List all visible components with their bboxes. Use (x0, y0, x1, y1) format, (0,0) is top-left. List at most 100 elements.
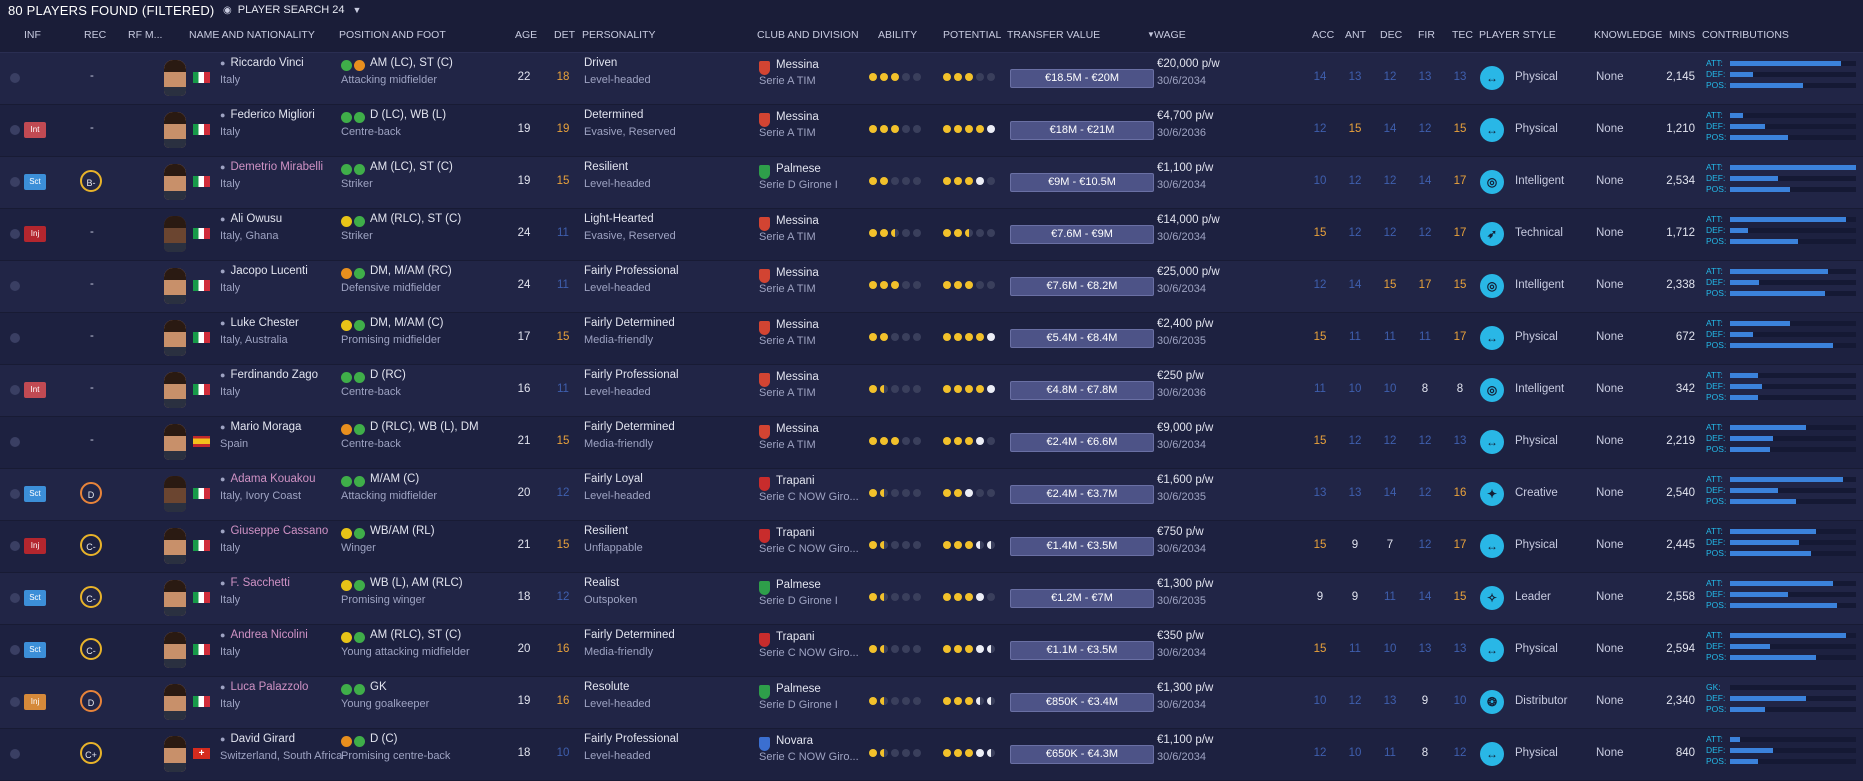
club-name[interactable]: Messina (776, 371, 819, 383)
player-row[interactable]: Int - ● Federico Migliori Italy D (LC), WB (L… (0, 105, 1863, 157)
select-checkbox[interactable] (10, 281, 20, 291)
club-name[interactable]: Messina (776, 59, 819, 71)
club-crest (759, 529, 770, 543)
select-checkbox[interactable] (10, 437, 20, 447)
division[interactable]: Serie A TIM (759, 231, 816, 243)
col-ability[interactable]: ABILITY (878, 29, 917, 41)
col-name[interactable]: NAME AND NATIONALITY (189, 29, 315, 41)
contribution-fill (1730, 633, 1846, 638)
club-name[interactable]: Palmese (776, 579, 821, 591)
person-icon: ● (220, 162, 226, 172)
player-name[interactable]: ● Jacopo Lucenti (220, 265, 308, 277)
club-name[interactable]: Trapani (776, 475, 815, 487)
division[interactable]: Serie A TIM (759, 335, 816, 347)
select-checkbox[interactable] (10, 73, 20, 83)
division[interactable]: Serie C NOW Giro... (759, 543, 859, 555)
player-row[interactable]: Sct C- ● Andrea Nicolini Italy AM (RLC), ST (… (0, 625, 1863, 677)
player-row[interactable]: Inj D ● Luca Palazzolo Italy GK Young goalkeep… (0, 677, 1863, 729)
player-name[interactable]: ● Luke Chester (220, 317, 299, 329)
col-wage[interactable]: WAGE (1154, 29, 1186, 41)
division[interactable]: Serie C NOW Giro... (759, 491, 859, 503)
player-name[interactable]: ● Demetrio Mirabelli (220, 161, 323, 173)
division[interactable]: Serie A TIM (759, 127, 816, 139)
player-name[interactable]: ● Federico Migliori (220, 109, 315, 121)
division[interactable]: Serie D Girone I (759, 699, 838, 711)
col-rfm[interactable]: RF M... (128, 29, 162, 41)
club-name[interactable]: Novara (776, 735, 813, 747)
player-name[interactable]: ● Luca Palazzolo (220, 681, 308, 693)
col-age[interactable]: AGE (515, 29, 537, 41)
player-row[interactable]: Sct B- ● Demetrio Mirabelli Italy AM (LC), ST… (0, 157, 1863, 209)
star-icon (987, 541, 995, 549)
col-det[interactable]: DET (554, 29, 575, 41)
select-checkbox[interactable] (10, 697, 20, 707)
col-club[interactable]: CLUB AND DIVISION (757, 29, 859, 41)
player-row[interactable]: C+ + ● David Girard Switzerland, South Afric… (0, 729, 1863, 781)
club-name[interactable]: Trapani (776, 631, 815, 643)
club-name[interactable]: Messina (776, 319, 819, 331)
division[interactable]: Serie C NOW Giro... (759, 751, 859, 763)
division[interactable]: Serie A TIM (759, 283, 816, 295)
club-name[interactable]: Trapani (776, 527, 815, 539)
player-row[interactable]: - ● Mario Moraga Spain D (RLC), WB (L), DM Ce… (0, 417, 1863, 469)
club-name[interactable]: Messina (776, 111, 819, 123)
player-name[interactable]: ● David Girard (220, 733, 295, 745)
col-position[interactable]: POSITION AND FOOT (339, 29, 446, 41)
col-acc[interactable]: ACC (1312, 29, 1334, 41)
player-name[interactable]: ● F. Sacchetti (220, 577, 290, 589)
club-name[interactable]: Palmese (776, 163, 821, 175)
player-row[interactable]: Sct D ● Adama Kouakou Italy, Ivory Coast M/AM… (0, 469, 1863, 521)
select-checkbox[interactable] (10, 593, 20, 603)
select-checkbox[interactable] (10, 645, 20, 655)
col-mins[interactable]: MINS (1669, 29, 1695, 41)
col-personality[interactable]: PERSONALITY (582, 29, 656, 41)
col-contributions[interactable]: CONTRIBUTIONS (1702, 29, 1789, 41)
select-checkbox[interactable] (10, 125, 20, 135)
view-selector[interactable]: ◉ PLAYER SEARCH 24 ▼ (223, 4, 361, 16)
player-row[interactable]: Inj - ● Ali Owusu Italy, Ghana AM (RLC), ST (… (0, 209, 1863, 261)
player-row[interactable]: Int - ● Ferdinando Zago Italy D (RC) Centre-ba… (0, 365, 1863, 417)
col-player-style[interactable]: PLAYER STYLE (1479, 29, 1556, 41)
select-checkbox[interactable] (10, 177, 20, 187)
select-checkbox[interactable] (10, 489, 20, 499)
select-checkbox[interactable] (10, 749, 20, 759)
col-fir[interactable]: FIR (1418, 29, 1435, 41)
player-name[interactable]: ● Giuseppe Cassano (220, 525, 328, 537)
division[interactable]: Serie D Girone I (759, 179, 838, 191)
player-name[interactable]: ● Ferdinando Zago (220, 369, 318, 381)
player-name[interactable]: ● Ali Owusu (220, 213, 282, 225)
select-checkbox[interactable] (10, 541, 20, 551)
col-knowledge[interactable]: KNOWLEDGE (1594, 29, 1662, 41)
select-checkbox[interactable] (10, 229, 20, 239)
col-inf[interactable]: INF (24, 29, 41, 41)
club-name[interactable]: Messina (776, 215, 819, 227)
player-name[interactable]: ● Andrea Nicolini (220, 629, 308, 641)
attr-dec: 11 (1384, 331, 1396, 343)
division[interactable]: Serie A TIM (759, 75, 816, 87)
player-name[interactable]: ● Mario Moraga (220, 421, 301, 433)
player-row[interactable]: - ● Jacopo Lucenti Italy DM, M/AM (RC) Defens… (0, 261, 1863, 313)
col-ant[interactable]: ANT (1345, 29, 1366, 41)
division[interactable]: Serie A TIM (759, 387, 816, 399)
player-row[interactable]: Sct C- ● F. Sacchetti Italy WB (L), AM (RLC) P… (0, 573, 1863, 625)
player-name[interactable]: ● Adama Kouakou (220, 473, 315, 485)
select-checkbox[interactable] (10, 333, 20, 343)
col-potential[interactable]: POTENTIAL (943, 29, 1001, 41)
col-tec[interactable]: TEC (1452, 29, 1473, 41)
club-name[interactable]: Messina (776, 267, 819, 279)
club-name[interactable]: Messina (776, 423, 819, 435)
player-row[interactable]: - ● Riccardo Vinci Italy AM (LC), ST (C) Atta… (0, 53, 1863, 105)
player-name[interactable]: ● Riccardo Vinci (220, 57, 304, 69)
player-row[interactable]: Inj C- ● Giuseppe Cassano Italy WB/AM (RL) Win… (0, 521, 1863, 573)
knowledge: None (1596, 487, 1624, 499)
player-row[interactable]: - ● Luke Chester Italy, Australia DM, M/AM (… (0, 313, 1863, 365)
division[interactable]: Serie C NOW Giro... (759, 647, 859, 659)
col-dec[interactable]: DEC (1380, 29, 1402, 41)
division[interactable]: Serie A TIM (759, 439, 816, 451)
col-transfer-value[interactable]: TRANSFER VALUE (1007, 29, 1100, 41)
club-name[interactable]: Palmese (776, 683, 821, 695)
division[interactable]: Serie D Girone I (759, 595, 838, 607)
attr-acc: 15 (1313, 643, 1327, 655)
col-rec[interactable]: REC (84, 29, 106, 41)
select-checkbox[interactable] (10, 385, 20, 395)
